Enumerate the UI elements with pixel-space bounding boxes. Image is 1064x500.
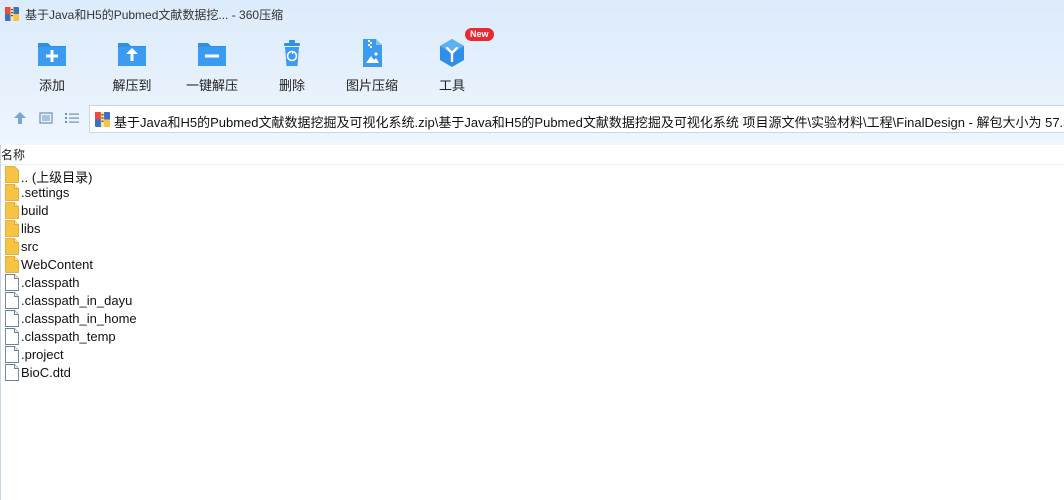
file-icon <box>5 310 19 327</box>
thumbnail-view-icon[interactable] <box>38 110 54 126</box>
list-item-name: build <box>21 203 49 218</box>
title-bar: 基于Java和H5的Pubmed文献数据挖... - 360压缩 <box>0 0 1064 28</box>
add-button[interactable]: 添加 <box>7 32 97 94</box>
list-item-name: .classpath <box>21 275 80 290</box>
tools-label: 工具 <box>438 78 465 93</box>
list-item-name: .project <box>21 347 64 362</box>
file-icon <box>5 346 19 363</box>
list-item-name: WebContent <box>21 257 94 272</box>
up-arrow-icon[interactable] <box>12 110 28 126</box>
list-item-name: .classpath_in_home <box>21 311 137 326</box>
list-item-name: .classpath_temp <box>21 329 116 344</box>
archive-icon <box>5 7 19 21</box>
folder-icon <box>5 238 19 255</box>
address-row: 基于Java和H5的Pubmed文献数据挖掘及可视化系统.zip\基于Java和… <box>0 104 1064 133</box>
image-compress-label: 图片压缩 <box>345 78 398 93</box>
toolbar: 添加 解压到 一键解压 删除 图片压缩 New 工具 <box>0 28 1064 94</box>
window-title: 基于Java和H5的Pubmed文献数据挖... - 360压缩 <box>25 8 284 22</box>
list-item-file[interactable]: BioC.dtd <box>0 364 1064 382</box>
add-label: 添加 <box>38 78 65 93</box>
tools-icon <box>440 39 464 67</box>
list-header: 名称 <box>0 145 1064 165</box>
file-list: .. (上级目录) .settings build libs src WebCo… <box>0 166 1064 382</box>
list-item-name: BioC.dtd <box>21 365 71 380</box>
list-item-name: src <box>21 239 39 254</box>
file-icon <box>5 328 19 345</box>
list-item-file[interactable]: .classpath_in_dayu <box>0 292 1064 310</box>
one-click-extract-icon <box>198 43 226 66</box>
window-border <box>0 145 1 500</box>
folder-icon <box>5 256 19 273</box>
extract-to-icon <box>118 43 146 66</box>
list-item-folder[interactable]: src <box>0 238 1064 256</box>
list-item-name: .classpath_in_dayu <box>21 293 133 308</box>
list-item-parent-dir[interactable]: .. (上级目录) <box>0 166 1064 185</box>
file-icon <box>5 274 19 291</box>
list-view-icon[interactable] <box>64 110 80 126</box>
list-item-file[interactable]: .classpath_temp <box>0 328 1064 346</box>
new-badge: New <box>465 28 494 41</box>
image-compress-button[interactable]: 图片压缩 <box>327 32 417 94</box>
one-click-extract-button[interactable]: 一键解压 <box>167 32 257 94</box>
folder-icon <box>5 184 19 201</box>
delete-button[interactable]: 删除 <box>247 32 337 94</box>
image-compress-icon <box>363 39 382 67</box>
column-header-name[interactable]: 名称 <box>1 146 25 163</box>
extract-to-button[interactable]: 解压到 <box>87 32 177 94</box>
window-chrome: 基于Java和H5的Pubmed文献数据挖... - 360压缩 添加 解压到 <box>0 0 1064 145</box>
file-icon <box>5 292 19 309</box>
extract-to-label: 解压到 <box>112 78 152 93</box>
add-icon <box>38 43 66 66</box>
tools-button[interactable]: New 工具 <box>407 28 497 94</box>
list-item-name: .settings <box>21 185 70 200</box>
archive-icon <box>95 112 110 127</box>
address-bar[interactable]: 基于Java和H5的Pubmed文献数据挖掘及可视化系统.zip\基于Java和… <box>89 105 1064 133</box>
list-item-folder[interactable]: build <box>0 202 1064 220</box>
list-item-file[interactable]: .project <box>0 346 1064 364</box>
list-item-name: libs <box>21 221 41 236</box>
folder-icon <box>5 220 19 237</box>
folder-icon <box>5 166 19 183</box>
list-item-file[interactable]: .classpath_in_home <box>0 310 1064 328</box>
folder-icon <box>5 202 19 219</box>
delete-icon <box>284 40 300 66</box>
file-icon <box>5 364 19 381</box>
one-click-extract-label: 一键解压 <box>185 78 238 93</box>
list-item-folder[interactable]: libs <box>0 220 1064 238</box>
address-path: 基于Java和H5的Pubmed文献数据挖掘及可视化系统.zip\基于Java和… <box>114 115 1064 130</box>
list-item-folder[interactable]: .settings <box>0 184 1064 202</box>
list-item-folder[interactable]: WebContent <box>0 256 1064 274</box>
delete-label: 删除 <box>278 78 305 93</box>
list-item-file[interactable]: .classpath <box>0 274 1064 292</box>
